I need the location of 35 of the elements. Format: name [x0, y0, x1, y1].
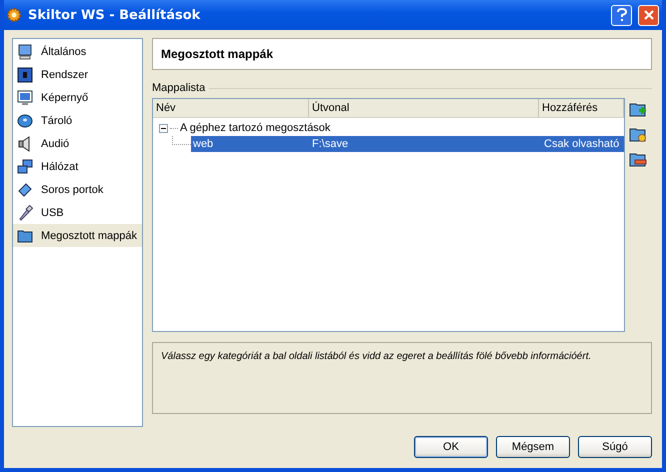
group-row[interactable]: A géphez tartozó megosztások [153, 120, 624, 136]
column-header[interactable]: Hozzáférés [539, 99, 624, 117]
disk-icon [17, 112, 33, 128]
help-icon [616, 8, 628, 22]
category-item[interactable]: Hálózat [13, 155, 142, 178]
dialog-button[interactable]: Mégsem [496, 436, 570, 458]
column-header[interactable]: Név [153, 99, 309, 117]
dialog-button[interactable]: Súgó [578, 436, 652, 458]
window-title: Skiltor WS - Beállítások [28, 8, 200, 22]
folder-icon [17, 228, 33, 244]
category-item[interactable]: Tároló [13, 109, 142, 132]
column-header[interactable]: Útvonal [309, 99, 539, 117]
category-item[interactable]: Képernyő [13, 86, 142, 109]
category-item[interactable]: Soros portok [13, 178, 142, 201]
category-item[interactable]: USB [13, 201, 142, 224]
category-item[interactable]: Rendszer [13, 63, 142, 86]
category-item[interactable]: Audió [13, 132, 142, 155]
chip-icon [17, 66, 33, 82]
usb-plug-icon [17, 204, 33, 220]
category-item[interactable]: Általános [13, 40, 142, 63]
gear-icon [6, 7, 22, 23]
close-icon [642, 9, 654, 21]
info-text: Válassz egy kategóriát a bal oldali listából és vidd az egeret a beállítás fölé bővebb információért. [152, 342, 652, 414]
dialog-button[interactable]: OK [414, 436, 488, 458]
computer-icon [17, 44, 33, 60]
help-button[interactable] [611, 4, 632, 26]
monitor-icon [17, 90, 33, 106]
page-title: Megosztott mappák [152, 38, 652, 70]
serial-port-icon [17, 182, 33, 198]
close-button[interactable] [638, 4, 659, 26]
category-item[interactable]: Megosztott mappák [13, 224, 142, 247]
share-row[interactable]: web F:\save Csak olvasható [191, 136, 624, 152]
group-label: Mappalista [152, 82, 206, 94]
collapse-toggle[interactable] [159, 124, 168, 132]
network-icon [17, 158, 33, 174]
